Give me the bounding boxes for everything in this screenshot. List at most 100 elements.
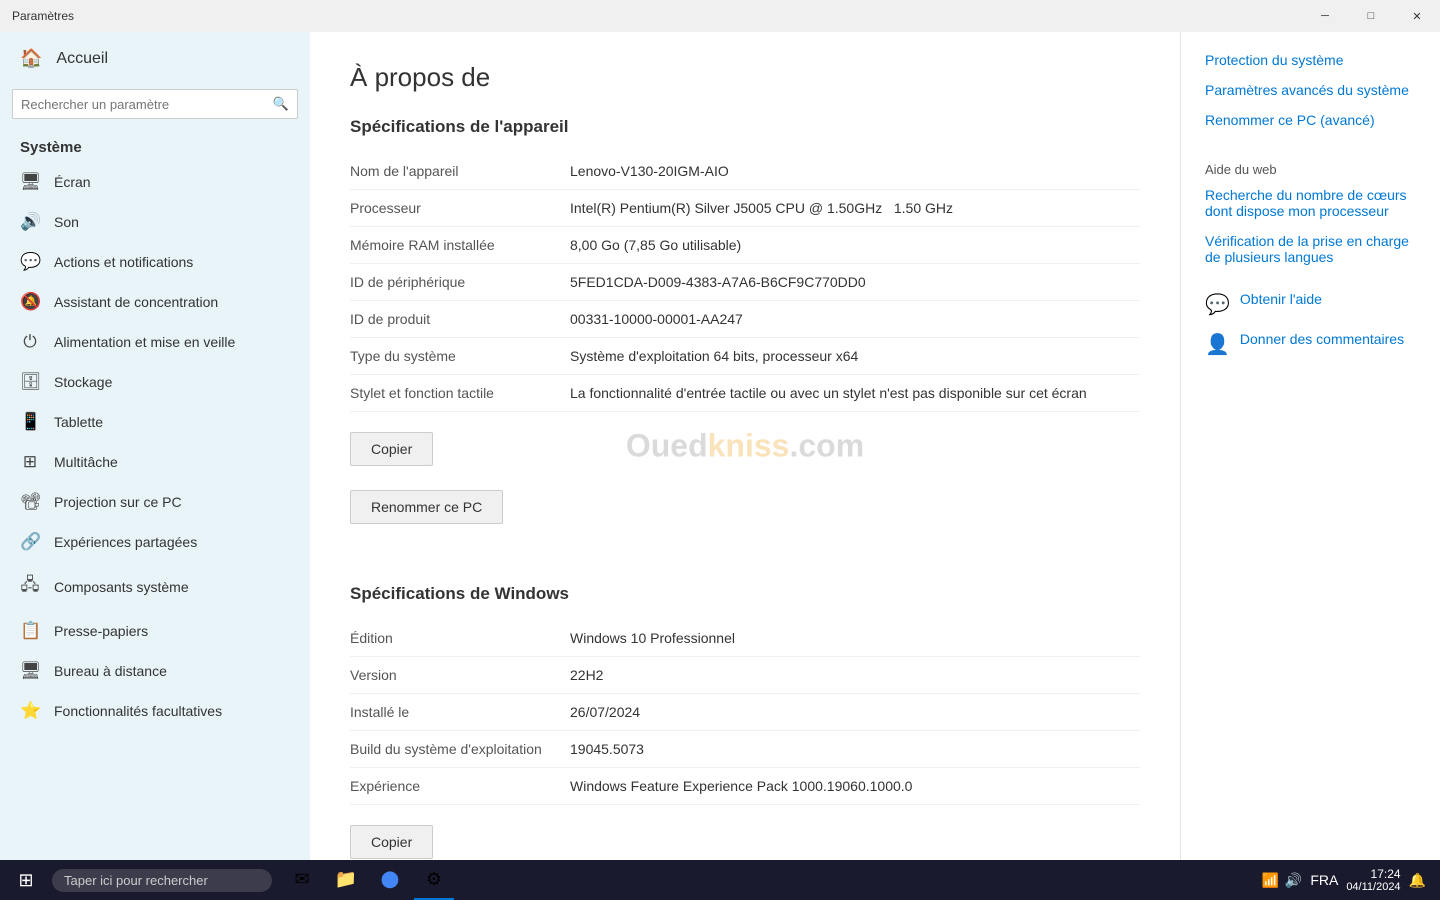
notification-icon[interactable]: 🔔 — [1409, 872, 1426, 889]
spec-label: Expérience — [350, 768, 570, 805]
folder-icon: 📁 — [335, 869, 357, 890]
table-row: Édition Windows 10 Professionnel — [350, 620, 1140, 657]
settings-icon: ⚙ — [426, 869, 442, 890]
spec-value: Windows 10 Professionnel — [570, 620, 1140, 657]
windows-section-title: Spécifications de Windows — [350, 584, 1140, 604]
sidebar-item-experiences[interactable]: 🔗 Expériences partagées — [0, 522, 310, 562]
buttons-row: Copier Renommer ce PC — [350, 432, 1140, 554]
taskbar-right: 📶 🔊 FRA 17:24 04/11/2024 🔔 — [1261, 867, 1434, 893]
taskbar-apps: ✉ 📁 ⬤ ⚙ — [282, 860, 454, 900]
spec-value: La fonctionnalité d'entrée tactile ou av… — [570, 375, 1140, 412]
sidebar-item-ecran[interactable]: 🖥 Écran — [0, 162, 310, 202]
donner-commentaires-label[interactable]: Donner des commentaires — [1240, 331, 1404, 347]
sidebar-item-stockage[interactable]: 🗄 Stockage — [0, 362, 310, 402]
table-row: ID de produit 00331-10000-00001-AA247 — [350, 301, 1140, 338]
renommer-avance-link[interactable]: Renommer ce PC (avancé) — [1205, 112, 1416, 128]
spec-label: Nom de l'appareil — [350, 153, 570, 190]
time-display: 17:24 — [1346, 867, 1400, 881]
network-icon[interactable]: 📶 — [1261, 872, 1278, 889]
sidebar-item-label: Alimentation et mise en veille — [54, 334, 235, 350]
taskbar-mail-app[interactable]: ✉ — [282, 860, 322, 900]
search-input[interactable] — [21, 97, 273, 112]
taskbar-settings-app[interactable]: ⚙ — [414, 860, 454, 900]
taskbar: ⊞ Taper ici pour rechercher ✉ 📁 ⬤ ⚙ 📶 🔊 … — [0, 860, 1440, 900]
spec-value: 00331-10000-00001-AA247 — [570, 301, 1140, 338]
spec-label: ID de périphérique — [350, 264, 570, 301]
sidebar-item-label: Expériences partagées — [54, 534, 197, 550]
table-row: Version 22H2 — [350, 657, 1140, 694]
taskbar-chrome-app[interactable]: ⬤ — [370, 860, 410, 900]
sidebar-item-label: Composants système — [54, 579, 189, 595]
sidebar-item-multitache[interactable]: ⊞ Multitâche — [0, 442, 310, 482]
spec-label: Stylet et fonction tactile — [350, 375, 570, 412]
sidebar-item-actions-notifications[interactable]: 💬 Actions et notifications — [0, 242, 310, 282]
recherche-coeurs-link[interactable]: Recherche du nombre de cœurs dont dispos… — [1205, 187, 1416, 219]
obtenir-aide-action[interactable]: 💬 Obtenir l'aide — [1205, 291, 1416, 317]
sidebar-item-assistant[interactable]: 🔕 Assistant de concentration — [0, 282, 310, 322]
sidebar-item-bureau-distance[interactable]: 🖥 Bureau à distance — [0, 651, 310, 691]
sidebar-item-tablette[interactable]: 📱 Tablette — [0, 402, 310, 442]
sidebar-item-alimentation[interactable]: ⏻ Alimentation et mise en veille — [0, 322, 310, 362]
close-button[interactable]: ✕ — [1394, 0, 1440, 32]
sidebar-item-son[interactable]: 🔊 Son — [0, 202, 310, 242]
rename-pc-button[interactable]: Renommer ce PC — [350, 490, 503, 524]
table-row: Expérience Windows Feature Experience Pa… — [350, 768, 1140, 805]
multitask-icon: ⊞ — [20, 452, 40, 472]
spec-value: Windows Feature Experience Pack 1000.190… — [570, 768, 1140, 805]
spec-value: 5FED1CDA-D009-4383-A7A6-B6CF9C770DD0 — [570, 264, 1140, 301]
search-box[interactable]: 🔍 — [12, 89, 298, 119]
sidebar-item-label: Fonctionnalités facultatives — [54, 703, 222, 719]
taskbar-clock[interactable]: 17:24 04/11/2024 — [1346, 867, 1400, 893]
device-specs-section: Spécifications de l'appareil Nom de l'ap… — [350, 117, 1140, 554]
copy-device-button[interactable]: Copier — [350, 432, 433, 466]
sidebar-section-title: Système — [0, 131, 310, 162]
title-bar: Paramètres ─ □ ✕ — [0, 0, 1440, 32]
clipboard-icon: 📋 — [20, 621, 40, 641]
parametres-avances-link[interactable]: Paramètres avancés du système — [1205, 82, 1416, 98]
start-button[interactable]: ⊞ — [6, 860, 46, 900]
obtenir-aide-label[interactable]: Obtenir l'aide — [1240, 291, 1322, 307]
sidebar-item-label: Bureau à distance — [54, 663, 167, 679]
protection-link[interactable]: Protection du système — [1205, 52, 1416, 68]
power-icon: ⏻ — [20, 332, 40, 352]
spec-label: Édition — [350, 620, 570, 657]
sidebar: 🏠 Accueil 🔍 Système 🖥 Écran 🔊 Son 💬 Acti… — [0, 32, 310, 860]
sidebar-item-composants[interactable]: 🖧 Composants système — [0, 562, 310, 611]
remote-icon: 🖥 — [20, 661, 40, 681]
windows-specs-section: Spécifications de Windows Édition Window… — [350, 584, 1140, 860]
sidebar-item-presse-papiers[interactable]: 📋 Presse-papiers — [0, 611, 310, 651]
page-title: À propos de — [350, 62, 1140, 93]
sidebar-home[interactable]: 🏠 Accueil — [0, 32, 310, 85]
sidebar-item-fonctionnalites[interactable]: ⭐ Fonctionnalités facultatives — [0, 691, 310, 731]
spec-label: Installé le — [350, 694, 570, 731]
table-row: Stylet et fonction tactile La fonctionna… — [350, 375, 1140, 412]
donner-commentaires-action[interactable]: 👤 Donner des commentaires — [1205, 331, 1416, 357]
main-content: Ouedkniss.com À propos de Spécifications… — [310, 32, 1180, 860]
volume-icon[interactable]: 🔊 — [1285, 872, 1302, 889]
copy-windows-button[interactable]: Copier — [350, 825, 433, 859]
taskbar-search[interactable]: Taper ici pour rechercher — [52, 869, 272, 892]
spec-value: Intel(R) Pentium(R) Silver J5005 CPU @ 1… — [570, 190, 1140, 227]
minimize-button[interactable]: ─ — [1302, 0, 1348, 32]
sound-icon: 🔊 — [20, 212, 40, 232]
buttons-row-windows: Copier — [350, 825, 1140, 860]
verification-langues-link[interactable]: Vérification de la prise en charge de pl… — [1205, 233, 1416, 265]
spec-value: 19045.5073 — [570, 731, 1140, 768]
spec-value: Lenovo-V130-20IGM-AIO — [570, 153, 1140, 190]
sidebar-item-label: Projection sur ce PC — [54, 494, 182, 510]
feedback-icon: 👤 — [1205, 332, 1230, 357]
share-icon: 🔗 — [20, 532, 40, 552]
maximize-button[interactable]: □ — [1348, 0, 1394, 32]
taskbar-explorer-app[interactable]: 📁 — [326, 860, 366, 900]
spec-label: Build du système d'exploitation — [350, 731, 570, 768]
taskbar-search-placeholder[interactable]: Taper ici pour rechercher — [64, 873, 208, 888]
lang-indicator[interactable]: FRA — [1310, 872, 1338, 888]
window-title: Paramètres — [12, 9, 74, 23]
home-icon: 🏠 — [20, 48, 42, 69]
spec-label: ID de produit — [350, 301, 570, 338]
sidebar-item-projection[interactable]: 📽 Projection sur ce PC — [0, 482, 310, 522]
sidebar-item-label: Écran — [54, 174, 91, 190]
display-icon: 🖥 — [20, 172, 40, 192]
focus-icon: 🔕 — [20, 292, 40, 312]
notifications-icon: 💬 — [20, 252, 40, 272]
